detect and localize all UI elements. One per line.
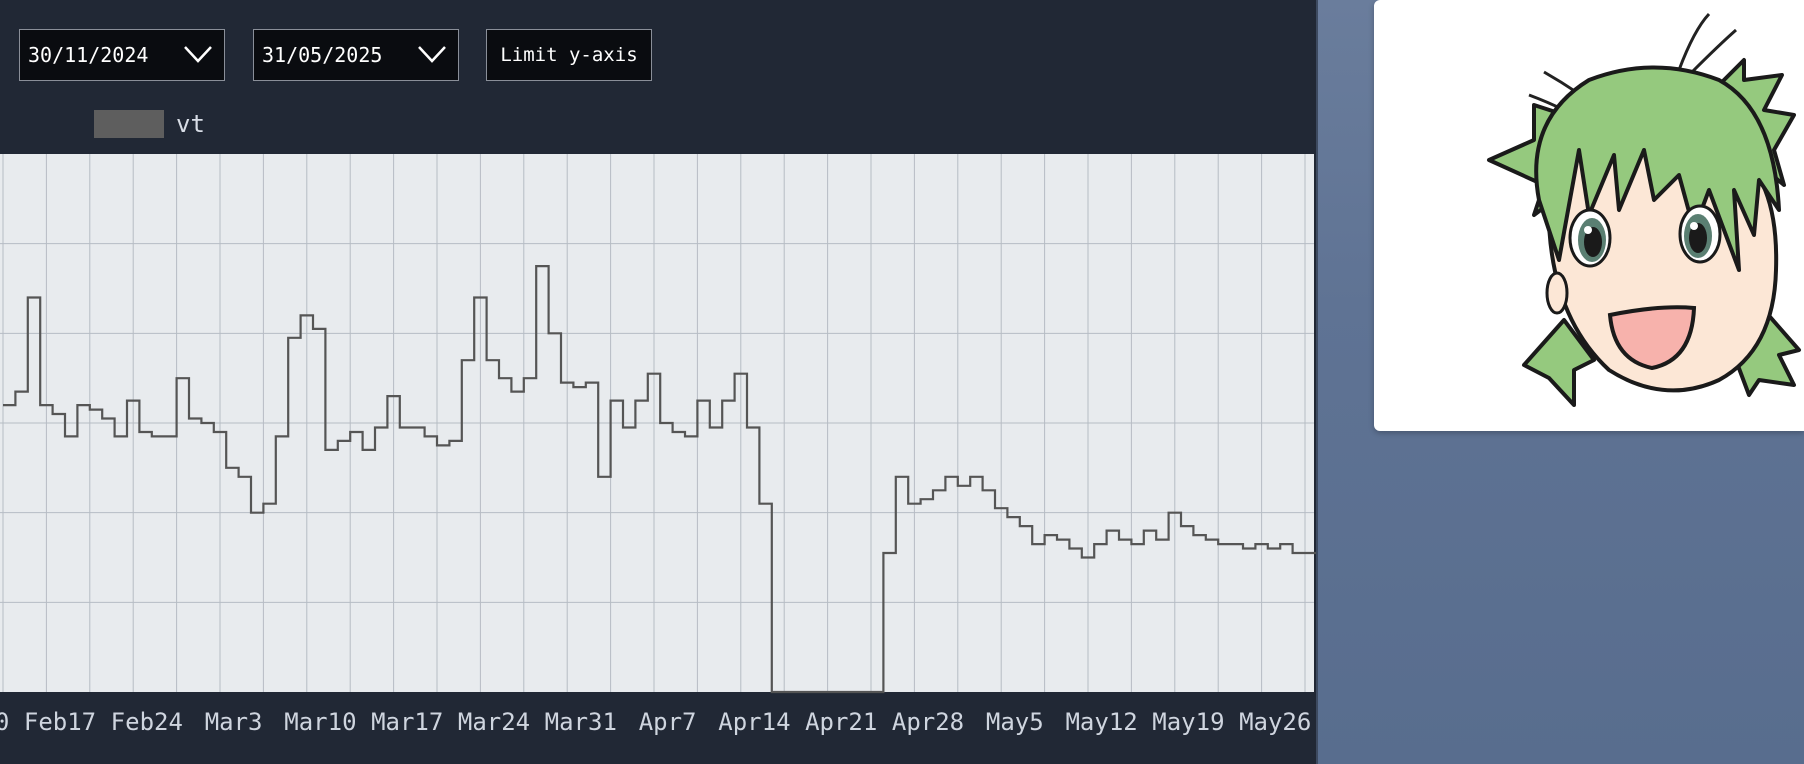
anime-girl-avatar-image xyxy=(1487,12,1801,407)
x-tick-label: Mar3 xyxy=(205,708,263,736)
start-date-select[interactable]: 30/11/2024 xyxy=(19,29,225,81)
line-chart: Feb10 Feb17 Feb24 Mar3 Mar10 Mar17 Mar24 Mar31 A… xyxy=(0,154,1316,736)
x-tick-label: May19 xyxy=(1152,708,1224,736)
x-tick-label: Apr7 xyxy=(639,708,697,736)
x-tick-label: Feb17 xyxy=(24,708,96,736)
x-tick-label: Mar17 xyxy=(371,708,443,736)
start-date-value: 30/11/2024 xyxy=(28,43,149,67)
x-tick-label: Feb24 xyxy=(111,708,183,736)
legend-label: vt xyxy=(176,110,205,138)
x-tick-label: May26 xyxy=(1239,708,1311,736)
end-date-value: 31/05/2025 xyxy=(262,43,383,67)
x-tick-label: Apr28 xyxy=(892,708,964,736)
legend-swatch xyxy=(94,110,164,138)
limit-y-axis-button[interactable]: Limit y-axis xyxy=(486,29,652,81)
x-tick-label: May5 xyxy=(986,708,1044,736)
x-tick-label: Mar24 xyxy=(458,708,530,736)
x-tick-label: May12 xyxy=(1065,708,1137,736)
x-tick-label: Apr14 xyxy=(718,708,790,736)
chevron-down-icon xyxy=(184,46,212,63)
x-tick-label: Feb10 xyxy=(0,708,9,736)
x-tick-label: Mar31 xyxy=(545,708,617,736)
chart-legend[interactable]: vt xyxy=(94,108,205,140)
avatar xyxy=(1374,0,1804,431)
x-tick-label: Mar10 xyxy=(284,708,356,736)
x-tick-label: Apr21 xyxy=(805,708,877,736)
chevron-down-icon xyxy=(418,46,446,63)
x-axis-ticks: Feb10 Feb17 Feb24 Mar3 Mar10 Mar17 Mar24 Mar31 A… xyxy=(0,708,1311,736)
end-date-select[interactable]: 31/05/2025 xyxy=(253,29,459,81)
chart-panel: 30/11/2024 31/05/2025 Limit y-axis vt Fe… xyxy=(0,0,1318,764)
